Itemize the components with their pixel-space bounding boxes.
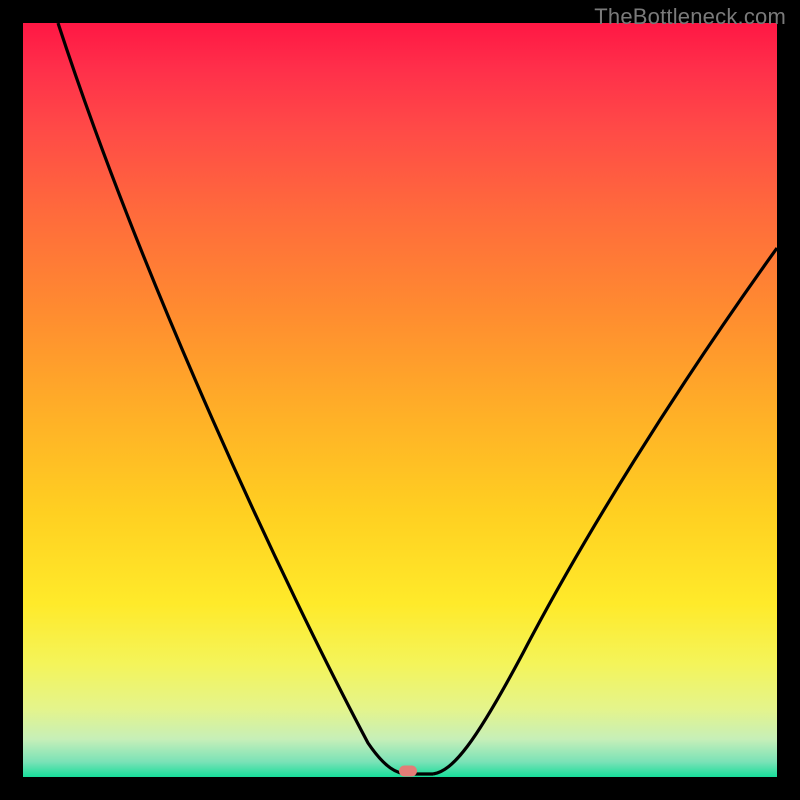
gradient-plot-area — [23, 23, 777, 777]
watermark-text: TheBottleneck.com — [594, 4, 786, 30]
valley-marker — [399, 765, 417, 776]
chart-frame: TheBottleneck.com — [0, 0, 800, 800]
